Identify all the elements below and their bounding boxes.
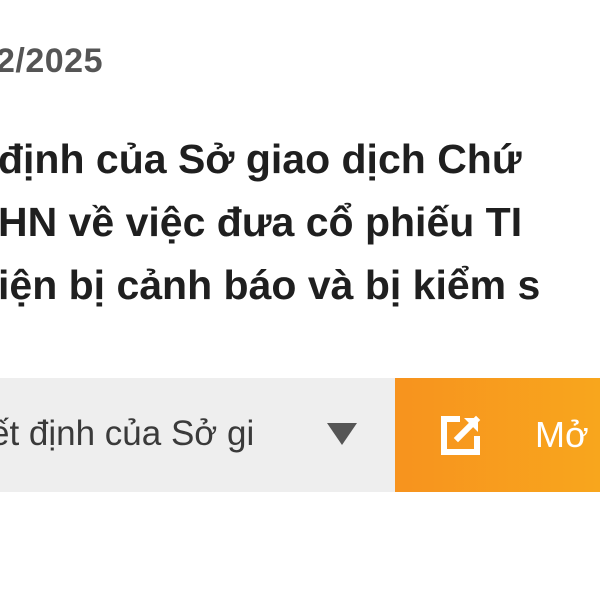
caret-down-icon — [327, 423, 357, 445]
title-line-1: định của Sở giao dịch Chứ — [0, 136, 522, 182]
document-bar: ết định của Sở gi Mở — [0, 378, 600, 492]
external-link-icon — [441, 415, 481, 455]
title-line-3: iện bị cảnh báo và bị kiểm s — [0, 262, 541, 308]
document-page: 2/2025 định của Sở giao dịch Chứ HN về v… — [0, 0, 600, 600]
document-selector[interactable]: ết định của Sở gi — [0, 378, 395, 492]
selected-document-label: ết định của Sở gi — [0, 414, 255, 453]
open-button-label: Mở — [535, 414, 589, 455]
title-line-2: HN về việc đưa cổ phiếu TI — [0, 199, 523, 245]
article-title: định của Sở giao dịch Chứ HN về việc đưa… — [0, 128, 600, 317]
publish-date: 2/2025 — [0, 42, 103, 80]
open-document-button[interactable]: Mở — [395, 378, 600, 492]
